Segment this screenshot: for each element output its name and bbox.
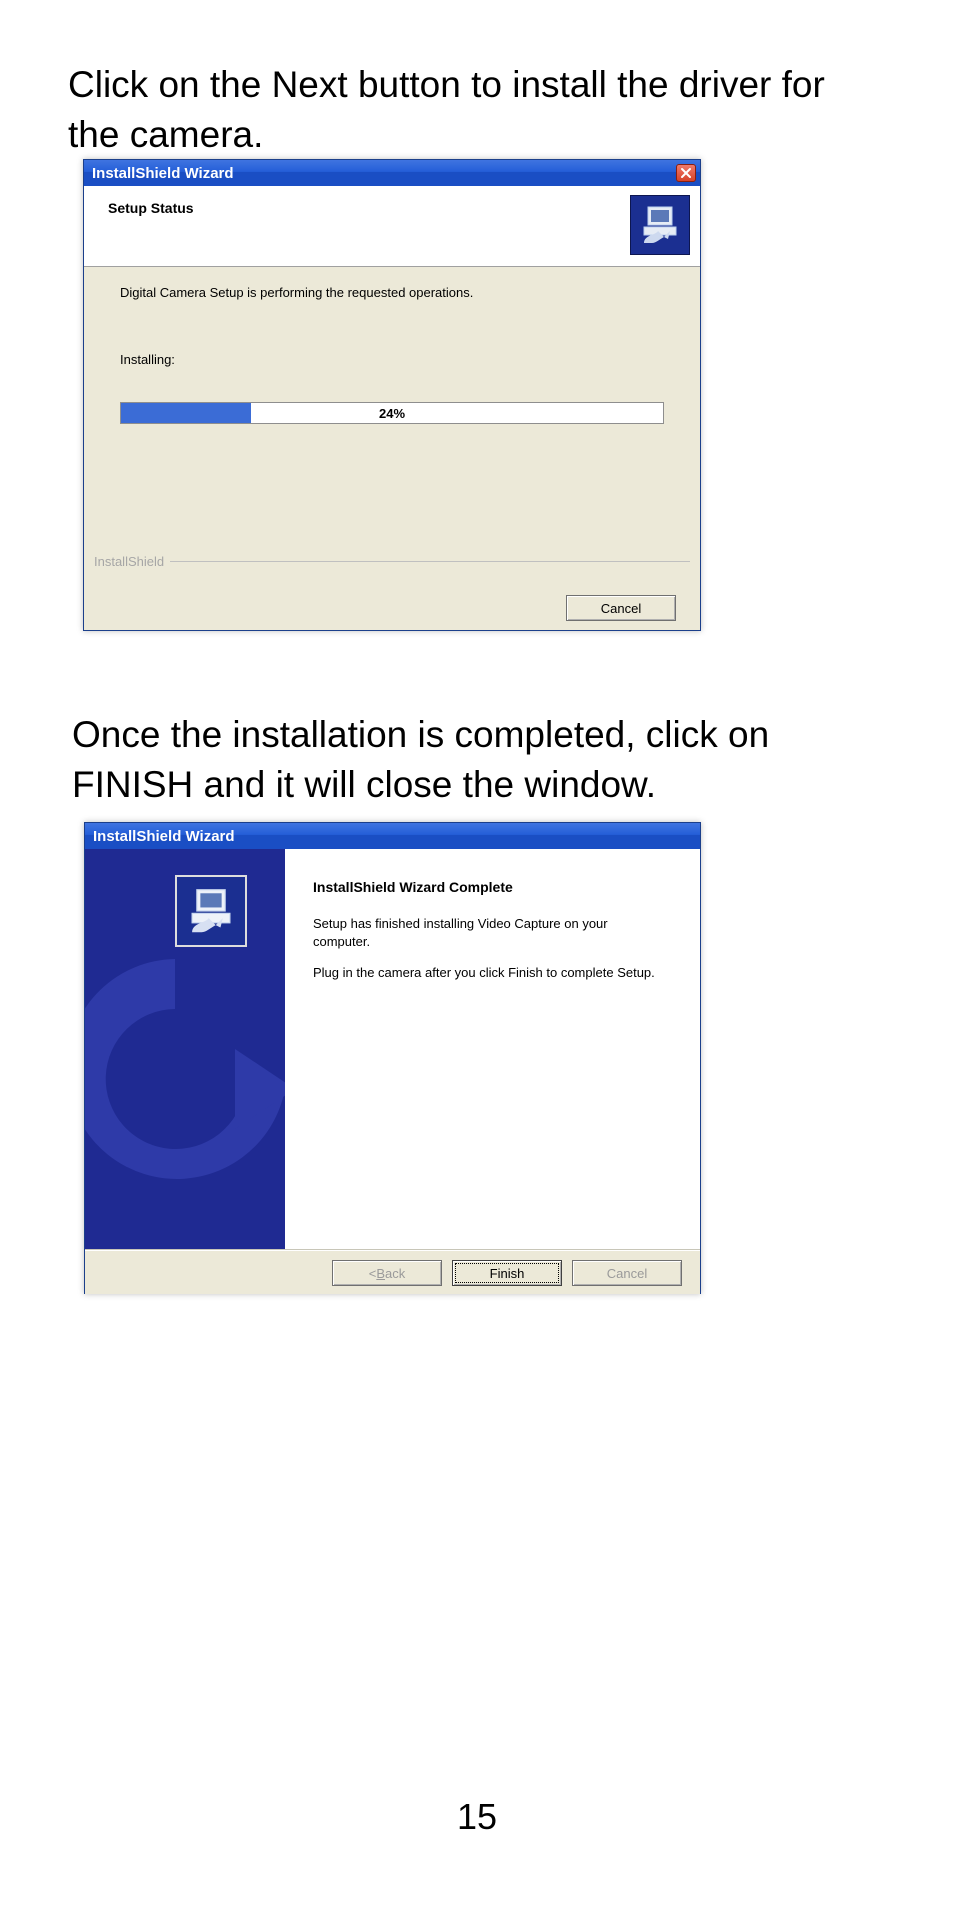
installshield-brand: InstallShield — [94, 554, 164, 569]
back-prefix: < — [369, 1266, 377, 1281]
page: Click on the Next button to install the … — [0, 0, 954, 1908]
status-description: Digital Camera Setup is performing the r… — [120, 285, 473, 300]
instruction-text-2: Once the installation is completed, clic… — [72, 710, 852, 810]
arrow-graphic-icon — [85, 949, 285, 1229]
page-number: 15 — [0, 1796, 954, 1838]
dialog-body: InstallShield Wizard Complete Setup has … — [85, 849, 700, 1249]
finish-button[interactable]: Finish — [452, 1260, 562, 1286]
dialog-main-content: InstallShield Wizard Complete Setup has … — [285, 849, 700, 1249]
installshield-brand-line: InstallShield — [94, 554, 690, 569]
window-title: InstallShield Wizard — [92, 165, 234, 182]
complete-title: InstallShield Wizard Complete — [313, 879, 682, 895]
progress-fill — [121, 403, 251, 423]
close-icon — [680, 167, 692, 179]
back-underline-letter: B — [376, 1266, 385, 1281]
installshield-complete-dialog: InstallShield Wizard — [84, 822, 701, 1294]
close-button[interactable] — [676, 164, 696, 182]
progress-bar: 24% — [120, 402, 664, 424]
dialog-footer: Cancel — [84, 591, 700, 631]
window-title: InstallShield Wizard — [93, 828, 235, 845]
titlebar[interactable]: InstallShield Wizard — [85, 823, 700, 849]
installshield-setup-status-dialog: InstallShield Wizard Setup Status Digi — [83, 159, 701, 631]
complete-message-1: Setup has finished installing Video Capt… — [313, 915, 633, 950]
dialog-footer: < Back Finish Cancel — [85, 1249, 700, 1294]
complete-message-2: Plug in the camera after you click Finis… — [313, 964, 682, 982]
titlebar[interactable]: InstallShield Wizard — [84, 160, 700, 186]
divider — [170, 561, 690, 562]
computer-install-icon — [175, 875, 247, 947]
setup-status-label: Setup Status — [108, 200, 194, 216]
cancel-button: Cancel — [572, 1260, 682, 1286]
dialog-subheader: Setup Status — [84, 186, 700, 267]
cancel-button[interactable]: Cancel — [566, 595, 676, 621]
footer-button-row: < Back Finish Cancel — [332, 1260, 682, 1286]
back-button: < Back — [332, 1260, 442, 1286]
side-graphic-panel — [85, 849, 285, 1249]
instruction-text-1: Click on the Next button to install the … — [68, 60, 848, 160]
back-rest: ack — [385, 1266, 405, 1281]
computer-install-icon — [630, 195, 690, 255]
installing-label: Installing: — [120, 352, 175, 367]
dialog-body: Digital Camera Setup is performing the r… — [84, 267, 700, 591]
